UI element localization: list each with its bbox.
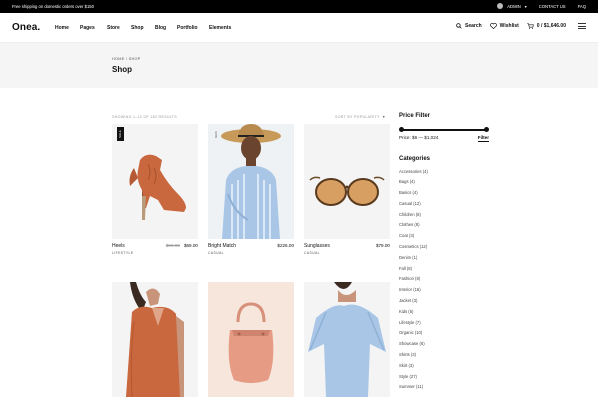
product-card[interactable]: NEW Bright Match CASUAL $226.00	[208, 124, 294, 261]
categories-heading: Categories	[399, 155, 431, 162]
new-badge: NEW	[214, 130, 218, 138]
shop-sidebar: Price Filter Price: $6 — $1,024 Filter C…	[399, 113, 489, 393]
chevron-down-icon: ▾	[524, 4, 527, 9]
logo[interactable]: Onea.	[12, 22, 40, 33]
category-link[interactable]: Children (8)	[399, 210, 489, 221]
product-category[interactable]: LIFESTYLE	[112, 251, 134, 255]
menu-icon[interactable]	[578, 23, 586, 29]
sale-badge: SALE	[117, 127, 124, 141]
category-link[interactable]: Basics (4)	[399, 188, 489, 199]
cart-icon	[527, 23, 534, 29]
cart-button[interactable]: 0 / $1,646.00	[527, 23, 566, 29]
old-price: $99.00	[165, 243, 180, 248]
category-link[interactable]: Lifestyle (7)	[399, 318, 489, 329]
product-name[interactable]: Sunglasses	[304, 243, 330, 249]
product-card[interactable]	[112, 282, 198, 397]
orange-top-image	[126, 282, 184, 397]
avatar	[497, 3, 504, 9]
nav-pages[interactable]: Pages	[80, 25, 107, 31]
search-label: Search	[464, 23, 482, 29]
product-image[interactable]	[304, 282, 390, 397]
page-header: HOME / SHOP Shop	[0, 43, 598, 88]
price-range-slider[interactable]	[399, 126, 489, 134]
product-image[interactable]	[304, 124, 390, 239]
cart-label: 0 / $1,646.00	[536, 23, 566, 29]
shipping-notice: Free shipping on domestic orders over $1…	[12, 4, 94, 9]
admin-menu[interactable]: ADMIN ▾	[497, 3, 527, 9]
slider-max-handle[interactable]	[484, 127, 489, 132]
results-count: SHOWING 1–12 OF 182 RESULTS	[112, 115, 177, 119]
category-link[interactable]: Accessories (4)	[399, 167, 489, 178]
category-link[interactable]: Denim (1)	[399, 253, 489, 264]
product-price: $226.00	[277, 243, 294, 248]
main-nav: Home Pages Store Shop Blog Portfolio Ele…	[55, 25, 231, 31]
slider-min-handle[interactable]	[399, 127, 404, 132]
wishlist-button[interactable]: Wishlist	[489, 23, 519, 29]
chevron-down-icon: ▾	[382, 114, 386, 119]
category-link[interactable]: Clothes (8)	[399, 220, 489, 231]
category-link[interactable]: Interior (16)	[399, 285, 489, 296]
product-image[interactable]	[208, 282, 294, 397]
category-list: Accessories (4) Bags (4) Basics (4) Casu…	[399, 167, 489, 394]
product-card[interactable]	[208, 282, 294, 397]
category-link[interactable]: Fashion (8)	[399, 274, 489, 285]
product-card[interactable]: SALE Heels LIFESTYLE $99.00 $69.00	[112, 124, 198, 261]
category-link[interactable]: Coat (3)	[399, 231, 489, 242]
breadcrumb[interactable]: HOME / SHOP	[112, 57, 141, 61]
product-category[interactable]: CASUAL	[304, 251, 320, 255]
category-link[interactable]: Jacket (3)	[399, 296, 489, 307]
product-name[interactable]: Heels	[112, 243, 125, 249]
category-link[interactable]: Skirt (3)	[399, 361, 489, 372]
category-link[interactable]: Showcase (6)	[399, 339, 489, 350]
sunglasses-image	[309, 176, 385, 206]
wishlist-label: Wishlist	[499, 23, 519, 29]
category-link[interactable]: Summer (11)	[399, 382, 489, 393]
nav-store[interactable]: Store	[107, 25, 131, 31]
model-hat-image	[221, 124, 281, 239]
price-filter-heading: Price Filter	[399, 113, 431, 119]
nav-shop[interactable]: Shop	[131, 25, 155, 31]
nav-home[interactable]: Home	[55, 25, 80, 31]
contact-link[interactable]: CONTACT US	[539, 4, 566, 9]
category-link[interactable]: Casual (12)	[399, 199, 489, 210]
product-card[interactable]: Sunglasses CASUAL $79.00	[304, 124, 390, 261]
top-bar-links: ADMIN ▾ CONTACT US FAQ	[497, 3, 586, 9]
header-actions: Search Wishlist 0 / $1,646.00	[456, 23, 586, 29]
filter-button[interactable]: Filter	[477, 135, 489, 142]
sort-label: SORT BY POPULARITY	[335, 114, 380, 119]
category-link[interactable]: Kids (5)	[399, 307, 489, 318]
search-icon	[456, 23, 462, 29]
category-link[interactable]: Fall (8)	[399, 264, 489, 275]
product-name[interactable]: Bright Match	[208, 243, 236, 249]
product-image[interactable]: NEW	[208, 124, 294, 239]
blue-dress-image	[308, 282, 386, 397]
search-button[interactable]: Search	[456, 23, 482, 29]
current-price: $69.00	[183, 243, 198, 248]
category-link[interactable]: Cosmetics (12)	[399, 242, 489, 253]
admin-label: ADMIN	[507, 4, 521, 9]
boot-image	[129, 154, 186, 220]
category-link[interactable]: Organic (10)	[399, 328, 489, 339]
category-link[interactable]: Bags (4)	[399, 177, 489, 188]
bag-image	[228, 302, 274, 383]
product-price: $99.00 $69.00	[166, 243, 198, 248]
sort-dropdown[interactable]: SORT BY POPULARITY ▾	[335, 114, 385, 119]
product-price: $79.00	[375, 243, 390, 248]
page-title: Shop	[112, 65, 132, 74]
product-image[interactable]	[112, 282, 198, 397]
category-link[interactable]: Shirts (3)	[399, 350, 489, 361]
product-image[interactable]: SALE	[112, 124, 198, 239]
price-range-label: Price: $6 — $1,024	[399, 135, 439, 140]
heart-icon	[489, 23, 497, 29]
product-card[interactable]	[304, 282, 390, 397]
faq-link[interactable]: FAQ	[578, 4, 586, 9]
nav-elements[interactable]: Elements	[209, 25, 231, 31]
product-category[interactable]: CASUAL	[208, 251, 224, 255]
top-bar: Free shipping on domestic orders over $1…	[0, 0, 598, 13]
nav-portfolio[interactable]: Portfolio	[177, 25, 209, 31]
nav-blog[interactable]: Blog	[155, 25, 177, 31]
category-link[interactable]: Style (27)	[399, 372, 489, 383]
slider-track	[401, 129, 487, 131]
site-header: Onea. Home Pages Store Shop Blog Portfol…	[0, 13, 598, 43]
